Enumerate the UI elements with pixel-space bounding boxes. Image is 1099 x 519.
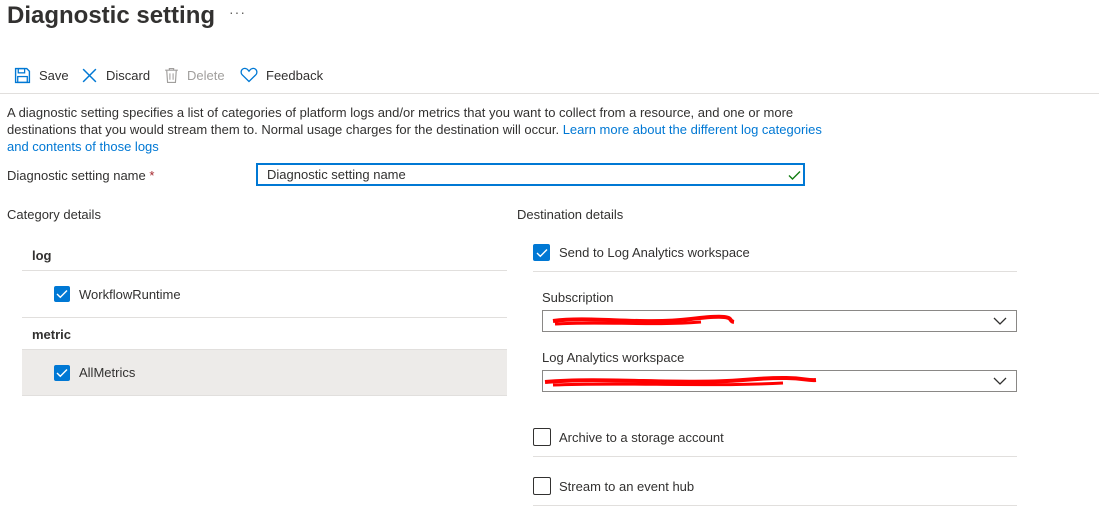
- valid-check-icon: [788, 169, 801, 184]
- divider: [533, 456, 1017, 457]
- save-label: Save: [39, 67, 69, 83]
- setting-name-label: Diagnostic setting name *: [7, 168, 154, 183]
- chevron-down-icon: [993, 317, 1007, 325]
- feedback-button[interactable]: Feedback: [240, 63, 323, 87]
- check-icon: [536, 248, 547, 257]
- chevron-down-icon: [993, 377, 1007, 385]
- heart-icon: [240, 67, 258, 83]
- subscription-label: Subscription: [542, 290, 614, 305]
- allmetrics-label: AllMetrics: [79, 365, 136, 380]
- group-log-heading: log: [32, 248, 52, 263]
- category-row-allmetrics[interactable]: AllMetrics: [22, 349, 507, 396]
- event-hub-label: Stream to an event hub: [559, 478, 695, 494]
- toolbar-divider: [0, 93, 1099, 94]
- discard-label: Discard: [106, 67, 151, 83]
- trash-icon: [164, 67, 179, 84]
- workflowruntime-checkbox[interactable]: [54, 286, 70, 302]
- discard-button[interactable]: Discard: [81, 63, 150, 87]
- save-icon: [14, 67, 31, 84]
- log-analytics-option[interactable]: Send to Log Analytics workspace: [533, 244, 750, 261]
- delete-button[interactable]: Delete: [164, 63, 225, 87]
- workspace-label: Log Analytics workspace: [542, 350, 685, 365]
- close-icon: [81, 67, 98, 84]
- redaction-mark: [552, 314, 735, 326]
- event-hub-option[interactable]: Stream to an event hub: [533, 477, 694, 495]
- log-analytics-checkbox[interactable]: [533, 244, 550, 261]
- save-button[interactable]: Save: [14, 63, 69, 87]
- check-icon: [56, 368, 68, 377]
- category-row-workflowruntime[interactable]: WorkflowRuntime: [22, 271, 507, 317]
- archive-storage-checkbox[interactable]: [533, 428, 551, 446]
- archive-storage-label: Archive to a storage account: [559, 429, 724, 445]
- log-analytics-label: Send to Log Analytics workspace: [559, 245, 750, 260]
- required-marker: *: [149, 168, 155, 183]
- feedback-label: Feedback: [266, 67, 324, 83]
- workflowruntime-label: WorkflowRuntime: [79, 286, 181, 302]
- setting-name-label-text: Diagnostic setting name: [7, 168, 146, 183]
- divider: [533, 505, 1017, 506]
- allmetrics-checkbox[interactable]: [54, 364, 70, 381]
- divider: [22, 317, 507, 318]
- page-title: Diagnostic setting: [7, 2, 216, 29]
- workspace-dropdown[interactable]: [542, 370, 1017, 392]
- subscription-dropdown[interactable]: [542, 310, 1017, 332]
- divider: [533, 271, 1017, 272]
- redaction-mark: [544, 376, 817, 387]
- event-hub-checkbox[interactable]: [533, 477, 551, 495]
- category-details-heading: Category details: [7, 207, 101, 222]
- archive-storage-option[interactable]: Archive to a storage account: [533, 428, 724, 446]
- check-icon: [56, 290, 68, 299]
- description: A diagnostic setting specifies a list of…: [7, 104, 822, 155]
- more-options-button[interactable]: ···: [229, 4, 246, 20]
- delete-label: Delete: [187, 67, 225, 83]
- setting-name-input[interactable]: [256, 163, 805, 186]
- destination-details-heading: Destination details: [517, 207, 624, 222]
- group-metric-heading: metric: [32, 327, 72, 342]
